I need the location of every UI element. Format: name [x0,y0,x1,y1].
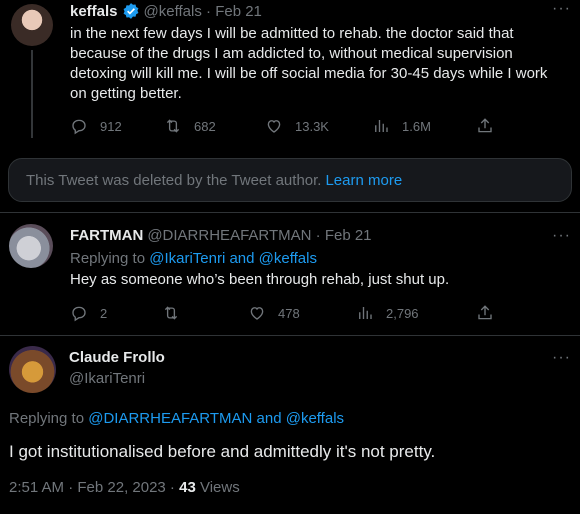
retweet-count: 682 [194,118,216,134]
handle-row: @IkariTenri [69,370,145,387]
verified-badge-icon [123,3,138,19]
retweet-button[interactable]: 682 [164,117,216,135]
like-count: 13.3K [295,118,329,134]
like-count: 478 [278,305,300,321]
reply-icon [72,119,86,135]
deleted-text: This Tweet was deleted by the Tweet auth… [26,171,322,189]
tweet-header: keffals @keffals · Feb 21 [70,2,262,20]
reply-button[interactable]: 2 [70,304,107,322]
retweet-icon [164,306,178,320]
more-options-icon[interactable]: ··· [552,0,571,18]
like-button[interactable]: 478 [248,304,300,322]
replying-to: Replying to @IkariTenri and @keffals [70,250,317,267]
author-name[interactable]: keffals [70,3,118,20]
share-button[interactable] [476,304,494,322]
views-button[interactable]: 2,796 [356,304,419,322]
share-icon [478,305,492,320]
share-icon [478,118,492,133]
tweet-date[interactable]: Feb 21 [215,3,262,20]
more-options-icon[interactable]: ··· [552,349,571,367]
thread-line [31,50,33,138]
like-button[interactable]: 13.3K [265,117,329,135]
analytics-icon [359,307,372,319]
divider [0,212,580,213]
deleted-tweet-notice: This Tweet was deleted by the Tweet auth… [8,158,572,202]
views-label: Views [199,479,240,496]
tweet-header: FARTMAN @DIARRHEAFARTMAN · Feb 21 [70,227,372,244]
views-button[interactable]: 1.6M [372,117,431,135]
author-name[interactable]: FARTMAN [70,227,143,244]
separator-dot: · [201,2,216,20]
replying-to-users[interactable]: @IkariTenri and @keffals [149,250,317,267]
avatar[interactable] [9,346,56,393]
tweet-text: I got institutionalised before and admit… [9,442,436,461]
reply-count: 2 [100,305,108,321]
author-handle[interactable]: @IkariTenri [69,370,145,387]
avatar[interactable] [9,224,53,268]
learn-more-link[interactable]: Learn more [325,172,402,189]
tweet-text: Hey as someone who’s been through rehab,… [70,271,450,288]
analytics-icon [375,120,388,132]
divider [0,335,580,336]
views-count: 2,796 [386,305,419,321]
reply-count: 912 [100,118,122,134]
tweet-meta: 2:51 AM · Feb 22, 2023 · 43 Views [9,479,240,496]
separator-dot: · [311,227,325,244]
reply-icon [72,306,86,322]
replying-to-label: Replying to [70,250,146,267]
replying-to-label: Replying to [9,410,85,427]
share-button[interactable] [476,117,494,135]
replying-to-users[interactable]: @DIARRHEAFARTMAN and @keffals [88,410,344,427]
tweet-header: Claude Frollo [69,349,165,366]
replying-to: Replying to @DIARRHEAFARTMAN and @keffal… [9,410,344,427]
author-handle[interactable]: @keffals [144,3,202,20]
author-handle[interactable]: @DIARRHEAFARTMAN [147,227,311,244]
author-name[interactable]: Claude Frollo [69,349,165,366]
avatar[interactable] [11,4,53,46]
heart-icon [267,120,281,133]
view-count: 43 [179,479,196,496]
tweet-timestamp[interactable]: 2:51 AM · Feb 22, 2023 · [9,479,175,496]
heart-icon [250,307,264,320]
retweet-button[interactable] [162,304,192,322]
views-count: 1.6M [402,118,431,134]
retweet-icon [166,119,180,133]
more-options-icon[interactable]: ··· [552,227,571,245]
tweet-date[interactable]: Feb 21 [325,227,372,244]
tweet-text: in the next few days I will be admitted … [70,25,548,102]
reply-button[interactable]: 912 [70,117,122,135]
